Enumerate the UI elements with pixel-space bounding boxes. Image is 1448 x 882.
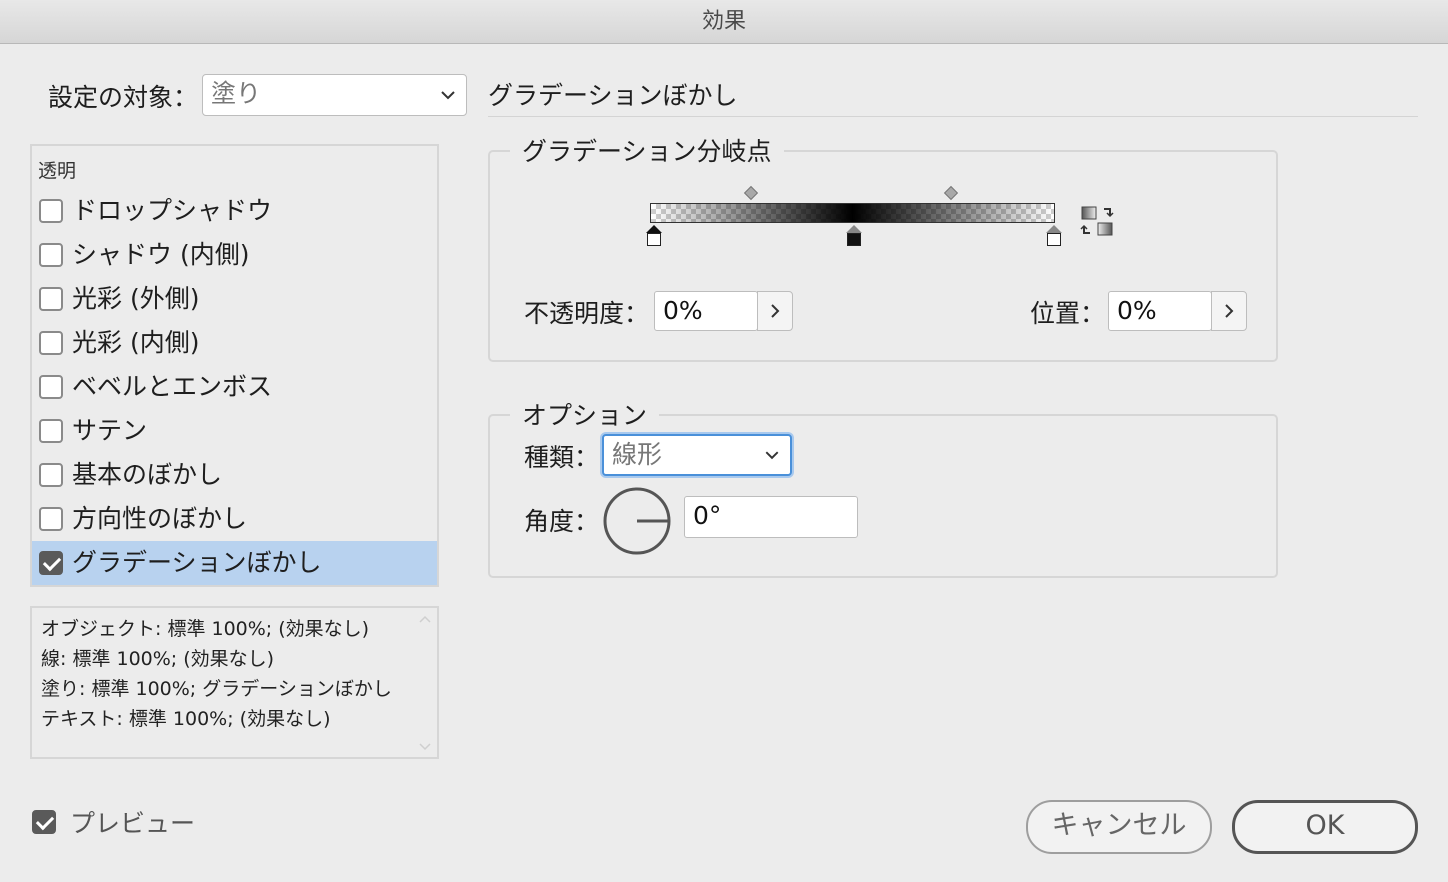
effect-label: グラデーションぼかし [72, 548, 322, 577]
gradient-stop-middle[interactable] [846, 225, 862, 247]
effect-item-basic-feather[interactable]: 基本のぼかし [32, 453, 437, 497]
ok-button[interactable]: OK [1232, 800, 1418, 854]
preview-label: プレビュー [70, 809, 196, 838]
target-label: 設定の対象： [48, 83, 199, 112]
preview-checkbox[interactable] [32, 810, 56, 834]
chevron-down-icon [765, 451, 779, 460]
reverse-gradient-icon[interactable] [1080, 205, 1116, 239]
stop-swatch [647, 233, 661, 246]
panel-divider [488, 116, 1418, 117]
effect-label: サテン [72, 416, 148, 445]
effect-label: シャドウ (内側) [72, 240, 250, 269]
effect-label: 基本のぼかし [72, 460, 223, 489]
effects-summary: オブジェクト: 標準 100%; (効果なし) 線: 標準 100%; (効果な… [30, 606, 439, 759]
effects-list: 透明 ドロップシャドウ シャドウ (内側) 光彩 (外側) 光彩 (内側) ベベ… [30, 144, 439, 587]
effect-checkbox[interactable] [39, 331, 63, 355]
target-select[interactable]: 塗り [202, 74, 467, 116]
options-legend: オプション [510, 396, 660, 432]
summary-line: テキスト: 標準 100%; (効果なし) [41, 708, 331, 730]
effect-checkbox[interactable] [39, 199, 63, 223]
effect-item-satin[interactable]: サテン [32, 409, 437, 453]
type-select[interactable]: 線形 [602, 434, 792, 476]
effect-item-inner-glow[interactable]: 光彩 (内側) [32, 321, 437, 365]
opacity-input[interactable]: 0% [654, 291, 758, 331]
stop-pointer [646, 225, 662, 233]
effect-checkbox[interactable] [39, 463, 63, 487]
stop-swatch [847, 233, 861, 246]
angle-dial[interactable] [602, 486, 672, 556]
effect-label: 光彩 (内側) [72, 328, 200, 357]
effect-checkbox[interactable] [39, 507, 63, 531]
opacity-slider-button[interactable] [757, 291, 793, 331]
effect-item-bevel-emboss[interactable]: ベベルとエンボス [32, 365, 437, 409]
type-select-value: 線形 [612, 440, 663, 469]
list-header-transparency: 透明 [38, 160, 77, 182]
cancel-button[interactable]: キャンセル [1026, 800, 1212, 854]
location-label: 位置： [1030, 299, 1106, 328]
gradient-stop-end[interactable] [1046, 225, 1062, 247]
stop-pointer [1046, 225, 1062, 233]
summary-line: 塗り: 標準 100%; グラデーションぼかし [41, 678, 392, 700]
effect-label: ドロップシャドウ [72, 196, 273, 225]
preview-toggle[interactable]: プレビュー [32, 804, 232, 844]
panel-title: グラデーションぼかし [488, 81, 738, 110]
summary-line: オブジェクト: 標準 100%; (効果なし) [41, 618, 370, 640]
location-slider-button[interactable] [1211, 291, 1247, 331]
stop-pointer [846, 225, 862, 233]
angle-label: 角度： [524, 507, 600, 536]
scroll-down-icon[interactable] [418, 742, 432, 752]
effect-item-outer-glow[interactable]: 光彩 (外側) [32, 277, 437, 321]
effect-checkbox[interactable] [39, 243, 63, 267]
opacity-label: 不透明度： [524, 299, 650, 328]
window-title: 効果 [701, 9, 746, 34]
window-title-bar: 効果 [0, 0, 1448, 44]
effect-item-drop-shadow[interactable]: ドロップシャドウ [32, 189, 437, 233]
effect-checkbox[interactable] [39, 419, 63, 443]
target-select-value: 塗り [211, 79, 262, 108]
effect-item-inner-shadow[interactable]: シャドウ (内側) [32, 233, 437, 277]
effect-checkbox[interactable] [39, 375, 63, 399]
location-input[interactable]: 0% [1108, 291, 1212, 331]
effect-item-gradient-feather[interactable]: グラデーションぼかし [32, 541, 437, 585]
effect-label: 光彩 (外側) [72, 284, 200, 313]
effect-label: 方向性のぼかし [72, 504, 248, 533]
effect-item-directional-feather[interactable]: 方向性のぼかし [32, 497, 437, 541]
scroll-up-icon[interactable] [418, 614, 432, 624]
chevron-right-icon [1225, 304, 1234, 318]
type-label: 種類： [524, 443, 600, 472]
gradient-stop-start[interactable] [646, 225, 662, 247]
stop-swatch [1047, 233, 1061, 246]
chevron-down-icon [441, 91, 455, 100]
gradient-stops-legend: グラデーション分岐点 [510, 132, 784, 168]
chevron-right-icon [771, 304, 780, 318]
effect-checkbox[interactable] [39, 287, 63, 311]
effect-label: ベベルとエンボス [72, 372, 273, 401]
summary-line: 線: 標準 100%; (効果なし) [41, 648, 275, 670]
effect-checkbox[interactable] [39, 551, 63, 575]
angle-input[interactable]: 0° [684, 496, 858, 538]
gradient-ramp[interactable] [650, 203, 1055, 223]
